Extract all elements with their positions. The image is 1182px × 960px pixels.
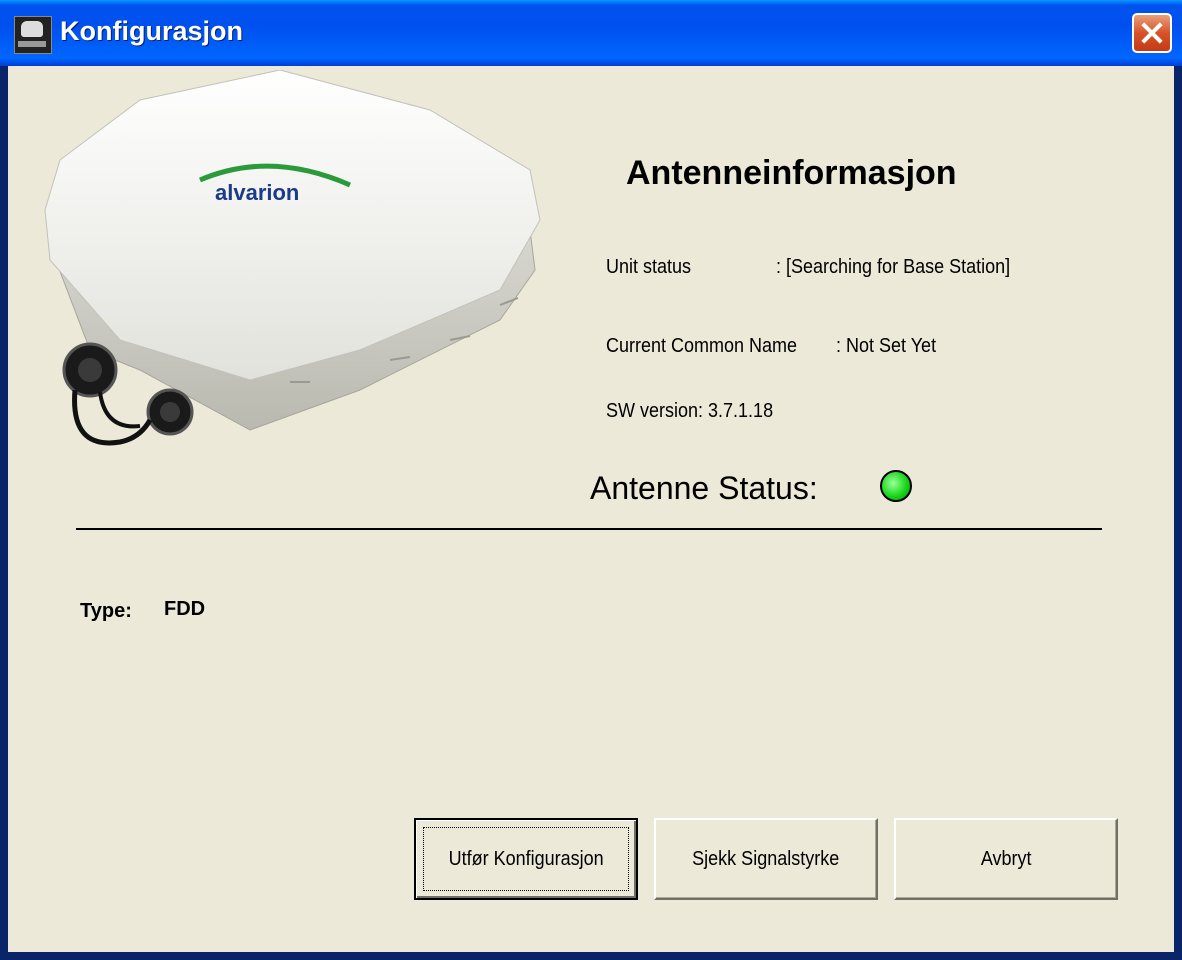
type-label: Type: [80, 600, 132, 622]
antenna-device-image: alvarion [44, 70, 541, 446]
cancel-button[interactable]: Avbryt [894, 818, 1118, 900]
window-title: Konfigurasjon [60, 16, 243, 46]
separator-line [76, 528, 1102, 530]
check-signal-button[interactable]: Sjekk Signalstyrke [654, 818, 878, 900]
cancel-button-label: Avbryt [980, 847, 1032, 870]
check-signal-button-label: Sjekk Signalstyrke [692, 847, 840, 870]
unit-status-value: : [Searching for Base Station] [776, 256, 1011, 278]
antenna-status-label: Antenne Status: [590, 470, 818, 506]
dialog-window: Konfigurasjon alvarion Antenneinformasjo… [0, 0, 1182, 960]
antenna-status-indicator-icon [880, 470, 912, 502]
sw-version: SW version: 3.7.1.18 [606, 400, 774, 422]
info-heading: Antenneinformasjon [626, 154, 957, 192]
type-value: FDD [164, 598, 206, 620]
configure-button-label: Utfør Konfigurasjon [448, 847, 604, 870]
app-icon [14, 16, 52, 54]
configure-button[interactable]: Utfør Konfigurasjon [414, 818, 638, 900]
device-brand-text: alvarion [215, 180, 299, 205]
unit-status-label: Unit status [606, 256, 692, 278]
common-name-value: : Not Set Yet [836, 335, 937, 357]
title-bar[interactable]: Konfigurasjon [0, 0, 1182, 66]
common-name-label: Current Common Name [606, 335, 798, 357]
close-button[interactable] [1132, 13, 1172, 53]
